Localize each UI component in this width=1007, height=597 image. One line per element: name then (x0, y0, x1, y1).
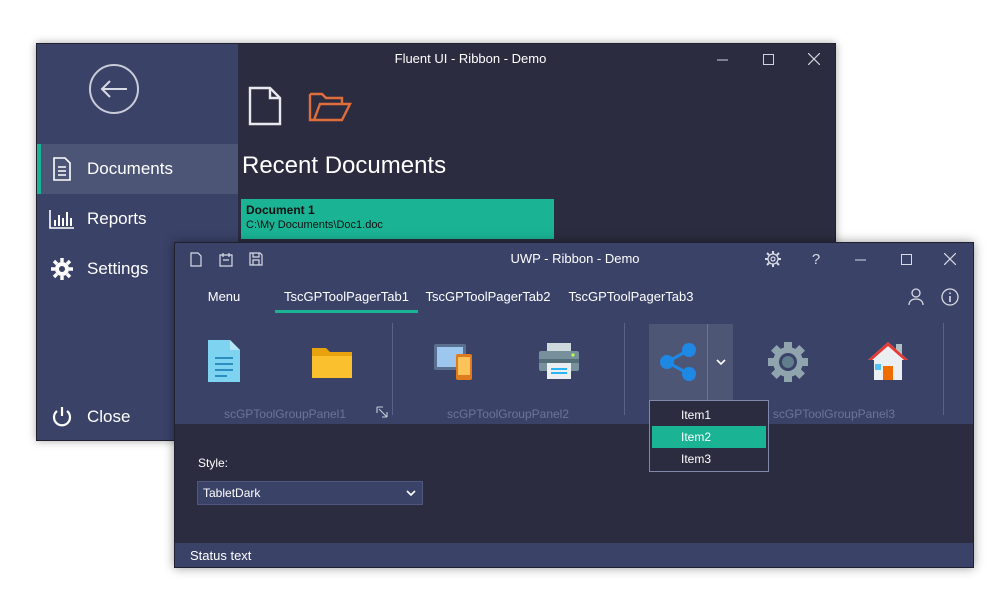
home-ribbon-button[interactable] (865, 337, 911, 385)
maximize-button[interactable] (745, 44, 791, 74)
qat-open-button[interactable] (215, 249, 237, 269)
tab-toolpager-1[interactable]: TscGPToolPagerTab1 (275, 281, 418, 313)
close-button[interactable] (927, 243, 973, 275)
devices-ribbon-button[interactable] (431, 337, 477, 385)
group-separator (624, 323, 625, 415)
info-icon (941, 288, 959, 306)
folder-ribbon-button[interactable] (305, 339, 359, 385)
print-ribbon-button[interactable] (535, 339, 583, 383)
help-button[interactable]: ? (793, 243, 839, 275)
back-button[interactable] (89, 64, 139, 114)
document-icon (37, 157, 87, 181)
printer-icon (539, 343, 579, 379)
share-button[interactable] (649, 324, 707, 400)
recent-document-item[interactable]: Document 1 C:\My Documents\Doc1.doc (241, 199, 554, 239)
tab-menu[interactable]: Menu (191, 281, 257, 313)
user-icon (908, 288, 924, 306)
arrow-left-icon (100, 80, 127, 98)
gear-icon (37, 258, 87, 280)
group-label: scGPToolGroupPanel2 (446, 407, 570, 421)
power-icon (37, 406, 87, 428)
new-file-icon (190, 251, 202, 267)
sidebar-item-label: Reports (87, 209, 147, 228)
gear-icon (765, 251, 781, 267)
uwp-window: UWP - Ribbon - Demo ? Menu TscGPToolPage… (174, 242, 974, 568)
window-title: Fluent UI - Ribbon - Demo (394, 51, 547, 66)
close-icon (808, 53, 820, 65)
qat-new-button[interactable] (185, 249, 207, 269)
menu-item-2[interactable]: Item2 (652, 426, 766, 448)
gear-icon (768, 342, 808, 382)
options-button[interactable] (750, 243, 796, 275)
menu-item-1[interactable]: Item1 (652, 404, 766, 426)
close-button[interactable] (791, 44, 835, 74)
new-document-button[interactable] (245, 84, 285, 128)
document-icon (208, 340, 240, 382)
share-dropdown-menu: Item1 Item2 Item3 (649, 400, 769, 472)
style-select-value: TabletDark (203, 486, 261, 500)
sidebar-item-label: Settings (87, 259, 149, 278)
tablet-phone-icon (434, 344, 472, 380)
close-label: Close (87, 407, 131, 426)
save-icon (249, 252, 263, 266)
tab-toolpager-2[interactable]: TscGPToolPagerTab2 (420, 281, 556, 313)
style-select[interactable]: TabletDark (197, 481, 423, 505)
tab-toolpager-3[interactable]: TscGPToolPagerTab3 (563, 281, 699, 313)
document-ribbon-button[interactable] (201, 335, 247, 387)
window-title: UWP - Ribbon - Demo (510, 251, 640, 266)
maximize-icon (900, 253, 912, 265)
chevron-down-icon (406, 482, 416, 511)
open-folder-button[interactable] (305, 86, 355, 126)
group-launcher-button[interactable] (376, 405, 388, 418)
minimize-icon (854, 259, 866, 260)
document-name: Document 1 (246, 203, 315, 217)
maximize-icon (762, 53, 774, 65)
sidebar-item-label: Documents (87, 159, 173, 178)
chevron-down-icon (715, 358, 726, 365)
question-icon: ? (811, 250, 821, 268)
settings-ribbon-button[interactable] (763, 337, 813, 387)
close-icon (944, 253, 956, 265)
share-dropdown-arrow[interactable] (707, 324, 733, 400)
sidebar-item-documents[interactable]: Documents (37, 144, 238, 194)
sidebar-item-reports[interactable]: Reports (37, 194, 238, 244)
group-label: scGPToolGroupPanel1 (223, 407, 347, 421)
home-icon (868, 342, 908, 380)
open-file-icon (219, 252, 233, 267)
style-label: Style: (198, 456, 229, 470)
open-folder-icon (308, 92, 352, 122)
recent-documents-title: Recent Documents (242, 152, 447, 179)
group-separator (392, 323, 393, 415)
new-file-icon (248, 86, 282, 126)
share-icon (660, 343, 696, 381)
maximize-button[interactable] (883, 243, 929, 275)
bar-chart-icon (37, 209, 87, 229)
minimize-icon (716, 59, 728, 60)
qat-save-button[interactable] (245, 249, 267, 269)
status-bar: Status text (175, 543, 973, 567)
info-button[interactable] (927, 281, 973, 313)
group-separator (943, 323, 944, 415)
minimize-button[interactable] (837, 243, 883, 275)
dialog-launcher-icon (376, 406, 388, 418)
folder-icon (312, 348, 352, 378)
menu-item-3[interactable]: Item3 (652, 448, 766, 470)
document-path: C:\My Documents\Doc1.doc (246, 219, 383, 231)
minimize-button[interactable] (699, 44, 745, 74)
